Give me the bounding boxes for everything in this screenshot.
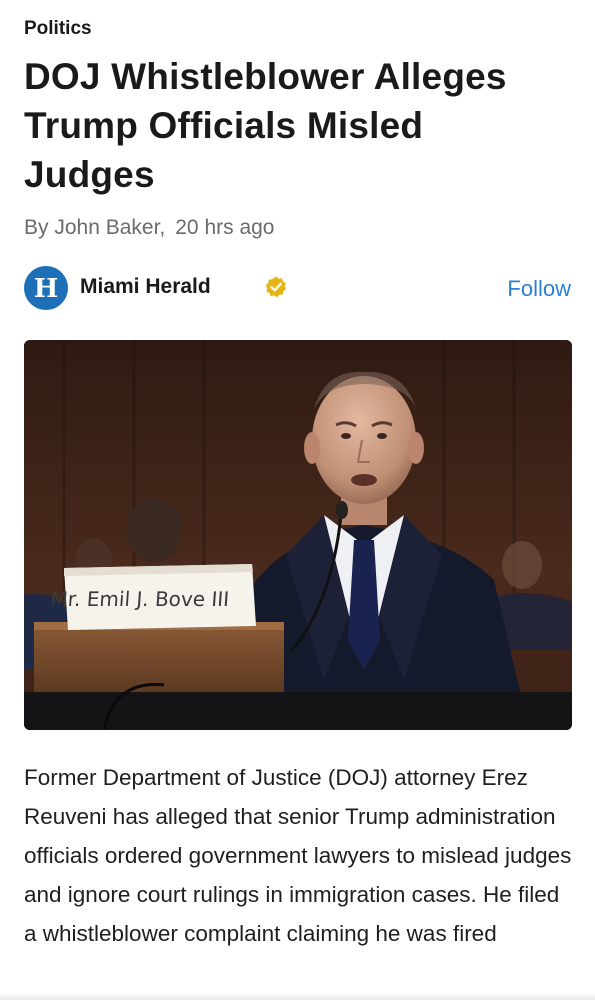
source-row: H Miami Herald Follow (24, 266, 571, 312)
article-headline: DOJ Whistleblower Alleges Trump Official… (24, 56, 507, 195)
scroll-fade (0, 992, 595, 1000)
nameplate-text: Mr. Emil J. Bove III (50, 587, 230, 611)
logo-letter: H (34, 274, 59, 304)
article-hero-image[interactable]: Mr. Emil J. Bove III (24, 340, 572, 730)
byline-author: By John Baker, (24, 216, 166, 239)
miami-herald-logo-icon[interactable]: H (24, 266, 68, 310)
follow-button[interactable]: Follow (507, 276, 571, 302)
article-category[interactable]: Politics (24, 18, 92, 40)
hearing-photo: Mr. Emil J. Bove III (24, 340, 572, 730)
article-body-text: Former Department of Justice (DOJ) attor… (24, 765, 572, 946)
source-name[interactable]: Miami Herald (80, 275, 211, 299)
verified-badge-icon (264, 275, 288, 299)
byline-time: 20 hrs ago (175, 216, 275, 239)
byline: By John Baker, 20 hrs ago (24, 216, 275, 240)
